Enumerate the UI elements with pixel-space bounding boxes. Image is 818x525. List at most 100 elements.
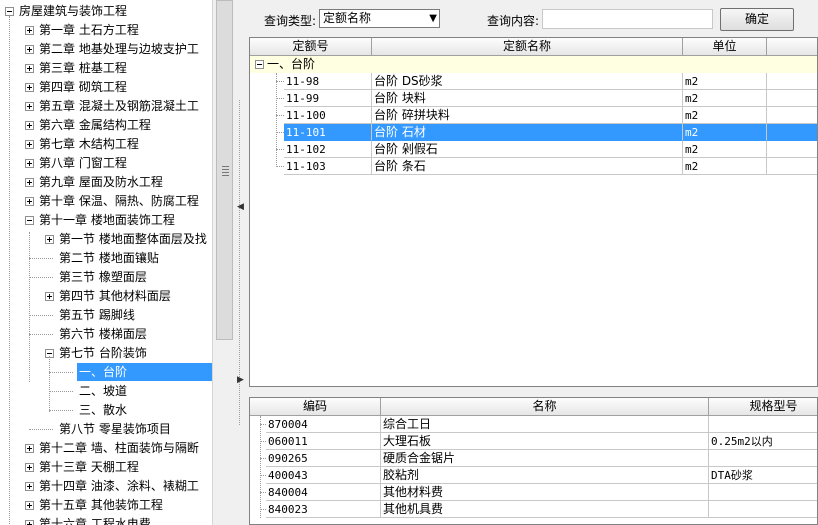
tree-node[interactable]: 房屋建筑与装饰工程 <box>0 2 212 20</box>
tree-node[interactable]: 第五章 混凝土及钢筋混凝土工 <box>0 97 212 115</box>
expand-plus-icon[interactable] <box>25 520 34 525</box>
tree-node[interactable]: 第十四章 油漆、涂料、裱糊工 <box>0 477 212 495</box>
header-extra[interactable] <box>767 38 817 55</box>
collapse-left-arrow-icon[interactable]: ◀ <box>237 202 244 212</box>
quota-name-cell: 台阶 石材 <box>372 124 683 141</box>
material-grid-header: 编码 名称 规格型号 <box>250 398 817 416</box>
tree-node-label: 第一章 土石方工程 <box>39 23 139 37</box>
tree-node[interactable]: 第五节 踢脚线 <box>0 306 212 324</box>
quota-row[interactable]: 11-101 台阶 石材 m2 <box>250 124 817 141</box>
tree-node[interactable]: 第六节 楼梯面层 <box>0 325 212 343</box>
tree-node[interactable]: 第二章 地基处理与边坡支护工 <box>0 40 212 58</box>
tree-node[interactable]: 第一节 楼地面整体面层及找 <box>0 230 212 248</box>
material-spec-cell <box>709 416 817 433</box>
tree-node[interactable]: 第三章 桩基工程 <box>0 59 212 77</box>
tree-node[interactable]: 第八章 门窗工程 <box>0 154 212 172</box>
tree-node[interactable]: 三、散水 <box>0 401 212 419</box>
collapse-minus-icon[interactable] <box>25 216 34 225</box>
material-name-cell: 硬质合金锯片 <box>381 450 709 467</box>
tree-node[interactable]: 二、坡道 <box>0 382 212 400</box>
chapter-tree[interactable]: 房屋建筑与装饰工程第一章 土石方工程第二章 地基处理与边坡支护工 第三章 桩基工程… <box>0 0 212 525</box>
expand-plus-icon[interactable] <box>25 140 34 149</box>
quota-extra-cell <box>767 90 817 107</box>
tree-node[interactable]: 一、台阶 <box>0 363 212 381</box>
expand-plus-icon[interactable] <box>25 197 34 206</box>
expand-plus-icon[interactable] <box>25 178 34 187</box>
expand-plus-icon[interactable] <box>25 83 34 92</box>
expand-plus-icon[interactable] <box>25 26 34 35</box>
pane-splitter[interactable]: ◀ ▶ <box>236 0 244 525</box>
expand-plus-icon[interactable] <box>25 501 34 510</box>
query-content-input[interactable] <box>542 9 713 29</box>
tree-node[interactable]: 第十五章 其他装饰工程 <box>0 496 212 514</box>
quota-row[interactable]: 11-103 台阶 条石 m2 <box>250 158 817 175</box>
expand-plus-icon[interactable] <box>25 102 34 111</box>
material-row[interactable]: 840004 其他材料费 <box>250 484 817 501</box>
expand-plus-icon[interactable] <box>45 235 54 244</box>
expand-plus-icon[interactable] <box>45 292 54 301</box>
confirm-button[interactable]: 确定 <box>720 8 794 31</box>
quota-code-cell: 11-100 <box>284 107 372 124</box>
expand-right-arrow-icon[interactable]: ▶ <box>237 375 244 385</box>
tree-node-label: 第七章 木结构工程 <box>39 137 139 151</box>
tree-node-label: 第八节 零星装饰项目 <box>59 422 171 436</box>
quota-row[interactable]: 11-100 台阶 碎拼块料 m2 <box>250 107 817 124</box>
quota-row[interactable]: 11-98 台阶 DS砂浆 m2 <box>250 73 817 90</box>
tree-scrollbar[interactable] <box>212 0 236 525</box>
header-material-name[interactable]: 名称 <box>381 398 709 415</box>
quota-code-cell: 11-98 <box>284 73 372 90</box>
tree-node[interactable]: 第四节 其他材料面层 <box>0 287 212 305</box>
query-type-select[interactable]: 定额名称 ▼ <box>319 9 440 28</box>
material-row[interactable]: 840023 其他机具费 <box>250 501 817 518</box>
collapse-group-icon[interactable] <box>255 60 264 69</box>
expand-plus-icon[interactable] <box>25 482 34 491</box>
tree-node-label: 第十四章 油漆、涂料、裱糊工 <box>39 479 199 493</box>
material-row[interactable]: 060011 大理石板 0.25m2以内 <box>250 433 817 450</box>
tree-node[interactable]: 第一章 土石方工程 <box>0 21 212 39</box>
header-quota-name[interactable]: 定额名称 <box>372 38 683 55</box>
tree-scrollbar-thumb[interactable] <box>216 0 233 340</box>
quota-extra-cell <box>767 141 817 158</box>
header-unit[interactable]: 单位 <box>683 38 767 55</box>
material-spec-cell <box>709 450 817 467</box>
material-row[interactable]: 870004 综合工日 <box>250 416 817 433</box>
tree-node[interactable]: 第十二章 墙、柱面装饰与隔断 <box>0 439 212 457</box>
tree-node[interactable]: 第十三章 天棚工程 <box>0 458 212 476</box>
tree-node[interactable]: 第十一章 楼地面装饰工程 <box>0 211 212 229</box>
material-row[interactable]: 400043 胶粘剂 DTA砂浆 <box>250 467 817 484</box>
tree-node[interactable]: 第七章 木结构工程 <box>0 135 212 153</box>
tree-node[interactable]: 第九章 屋面及防水工程 <box>0 173 212 191</box>
quota-row[interactable]: 11-102 台阶 剁假石 m2 <box>250 141 817 158</box>
tree-node[interactable]: 第四章 砌筑工程 <box>0 78 212 96</box>
dropdown-arrow-icon[interactable]: ▼ <box>429 13 437 24</box>
header-material-code[interactable]: 编码 <box>250 398 381 415</box>
tree-node-label: 第九章 屋面及防水工程 <box>39 175 163 189</box>
tree-node[interactable]: 第二节 楼地面镶贴 <box>0 249 212 267</box>
tree-node[interactable]: 第八节 零星装饰项目 <box>0 420 212 438</box>
tree-node[interactable]: 第七节 台阶装饰 <box>0 344 212 362</box>
expand-plus-icon[interactable] <box>25 159 34 168</box>
material-code-cell: 840004 <box>266 484 381 501</box>
expand-plus-icon[interactable] <box>25 45 34 54</box>
quota-unit-cell: m2 <box>683 107 767 124</box>
tree-node[interactable]: 第十六章 工程水电费 <box>0 515 212 525</box>
group-row[interactable]: 一、台阶 <box>250 56 817 73</box>
tree-node[interactable]: 第三节 橡塑面层 <box>0 268 212 286</box>
tree-node[interactable]: 第十章 保温、隔热、防腐工程 <box>0 192 212 210</box>
expand-plus-icon[interactable] <box>25 444 34 453</box>
tree-node-label: 第十三章 天棚工程 <box>39 460 139 474</box>
material-grid[interactable]: 编码 名称 规格型号 870004 综合工日 060011 大理石板 0.25m2以内 0… <box>249 397 818 525</box>
tree-node[interactable]: 第六章 金属结构工程 <box>0 116 212 134</box>
quota-grid[interactable]: 定额号 定额名称 单位 一、台阶 11-98 台阶 DS砂浆 m2 11-99 台阶 块… <box>249 37 818 387</box>
expand-plus-icon[interactable] <box>25 64 34 73</box>
tree-node-label: 第六章 金属结构工程 <box>39 118 151 132</box>
quota-row[interactable]: 11-99 台阶 块料 m2 <box>250 90 817 107</box>
material-code-cell: 840023 <box>266 501 381 518</box>
header-quota-code[interactable]: 定额号 <box>250 38 372 55</box>
tree-node-label: 第十五章 其他装饰工程 <box>39 498 163 512</box>
expand-plus-icon[interactable] <box>25 463 34 472</box>
expand-plus-icon[interactable] <box>25 121 34 130</box>
collapse-minus-icon[interactable] <box>5 7 14 16</box>
material-row[interactable]: 090265 硬质合金锯片 <box>250 450 817 467</box>
header-material-spec[interactable]: 规格型号 <box>709 398 817 415</box>
